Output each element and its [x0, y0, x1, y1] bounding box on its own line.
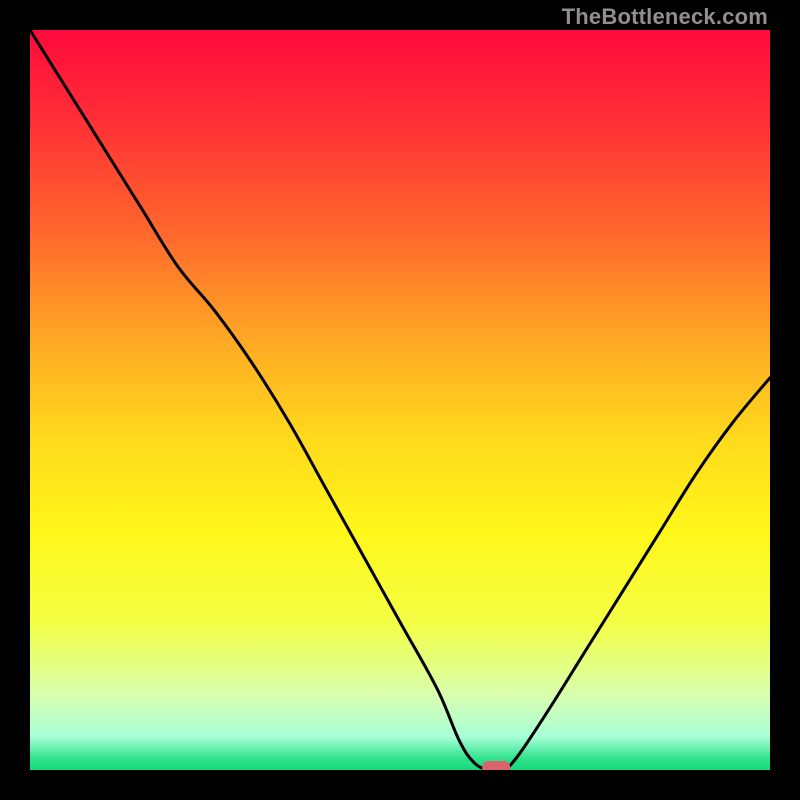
optimal-marker: [482, 761, 510, 770]
plot-area: [30, 30, 770, 770]
watermark-text: TheBottleneck.com: [562, 4, 768, 30]
chart-frame: TheBottleneck.com: [0, 0, 800, 800]
gradient-background: [30, 30, 770, 770]
bottleneck-chart: [30, 30, 770, 770]
